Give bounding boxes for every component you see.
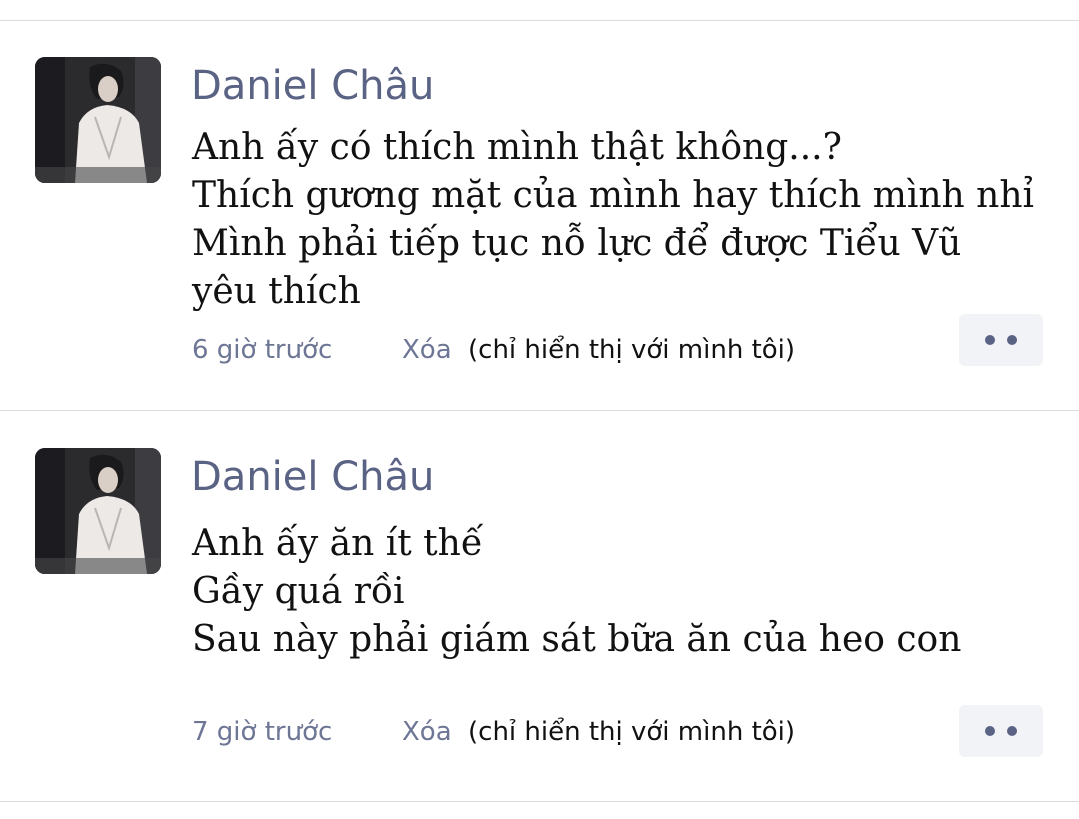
delete-link[interactable]: Xóa xyxy=(402,330,452,370)
avatar-photo xyxy=(35,57,161,183)
author-name[interactable]: Daniel Châu xyxy=(191,453,434,501)
more-options-button[interactable] xyxy=(959,314,1043,366)
more-options-button[interactable] xyxy=(959,705,1043,757)
comment-line: Anh ấy ăn ít thế xyxy=(192,523,483,564)
more-dots-icon xyxy=(1007,726,1017,736)
avatar[interactable] xyxy=(35,448,161,574)
more-dots-icon xyxy=(985,726,995,736)
comment-feed: Daniel Châu Anh ấy có thích mình thật kh… xyxy=(0,0,1079,819)
avatar-photo xyxy=(35,448,161,574)
visibility-note: (chỉ hiển thị với mình tôi) xyxy=(468,717,796,747)
divider xyxy=(0,410,1079,411)
avatar[interactable] xyxy=(35,57,161,183)
comment-text: Anh ấy ăn ít thế Gầy quá rồi Sau này phả… xyxy=(192,520,1052,664)
author-name[interactable]: Daniel Châu xyxy=(191,62,434,110)
timestamp: 7 giờ trước xyxy=(192,717,333,747)
divider xyxy=(0,20,1079,21)
comment-text: Anh ấy có thích mình thật không...? Thíc… xyxy=(192,124,1052,316)
delete-link[interactable]: Xóa xyxy=(402,712,452,752)
comment-line: Mình phải tiếp tục nỗ lực để được Tiểu V… xyxy=(192,223,962,264)
more-dots-icon xyxy=(1007,335,1017,345)
timestamp: 6 giờ trước xyxy=(192,335,333,365)
divider xyxy=(0,801,1079,802)
comment-line: Thích gương mặt của mình hay thích mình … xyxy=(192,175,1035,216)
comment-line: yêu thích xyxy=(192,271,361,312)
comment-line: Sau này phải giám sát bữa ăn của heo con xyxy=(192,619,962,660)
comment-line: Anh ấy có thích mình thật không...? xyxy=(192,127,842,168)
visibility-note: (chỉ hiển thị với mình tôi) xyxy=(468,335,796,365)
more-dots-icon xyxy=(985,335,995,345)
comment-line: Gầy quá rồi xyxy=(192,571,405,612)
